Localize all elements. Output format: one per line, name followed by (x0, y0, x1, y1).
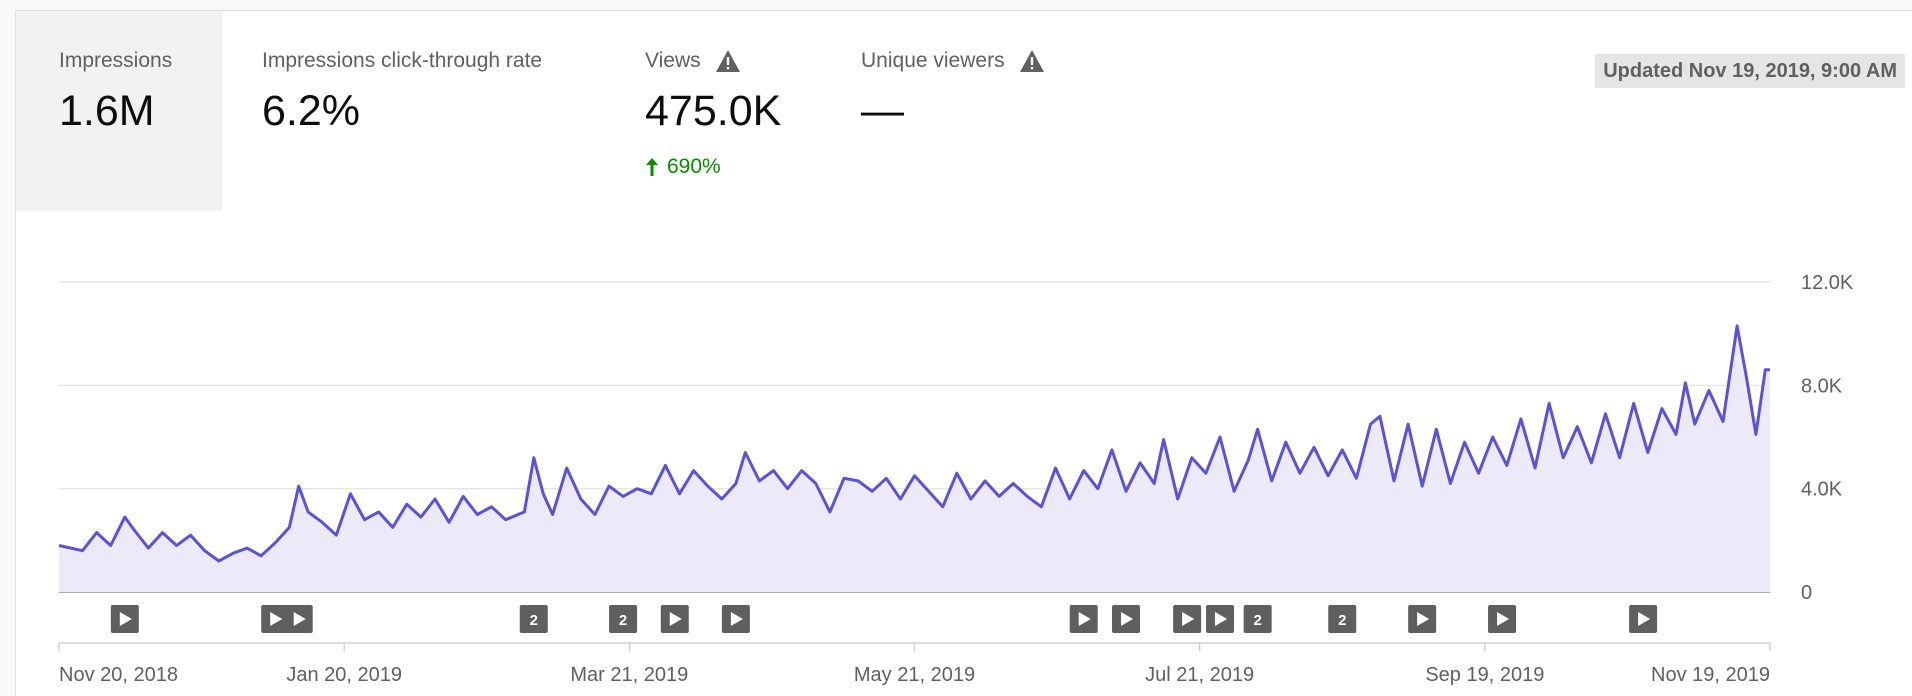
x-tick-label: Mar 21, 2019 (570, 664, 688, 686)
x-tick-label: Nov 19, 2019 (1651, 664, 1770, 686)
y-tick-label: 4.0K (1801, 479, 1843, 501)
y-tick-label: 12.0K (1801, 272, 1854, 294)
x-tick-label: May 21, 2019 (854, 664, 975, 686)
y-tick-label: 0 (1801, 582, 1812, 604)
series-area (59, 325, 1770, 592)
marker-count-label: 2 (1338, 612, 1346, 629)
marker-count-label: 2 (1253, 612, 1261, 629)
x-tick-label: Nov 20, 2018 (59, 664, 178, 686)
x-tick-label: Jan 20, 2019 (286, 664, 402, 686)
views-chart: 0 4.0K 8.0K 12.0K Nov 20, 2018 Jan 20, 2019 Ma… (58, 272, 1854, 686)
marker-count-label: 2 (619, 612, 627, 629)
x-tick-label: Sep 19, 2019 (1425, 664, 1544, 686)
marker-count-label: 2 (530, 612, 538, 629)
x-tick-label: Jul 21, 2019 (1145, 664, 1254, 686)
y-tick-label: 8.0K (1801, 375, 1843, 397)
analytics-card: Impressions 1.6M Impressions click-throu… (15, 10, 1912, 696)
